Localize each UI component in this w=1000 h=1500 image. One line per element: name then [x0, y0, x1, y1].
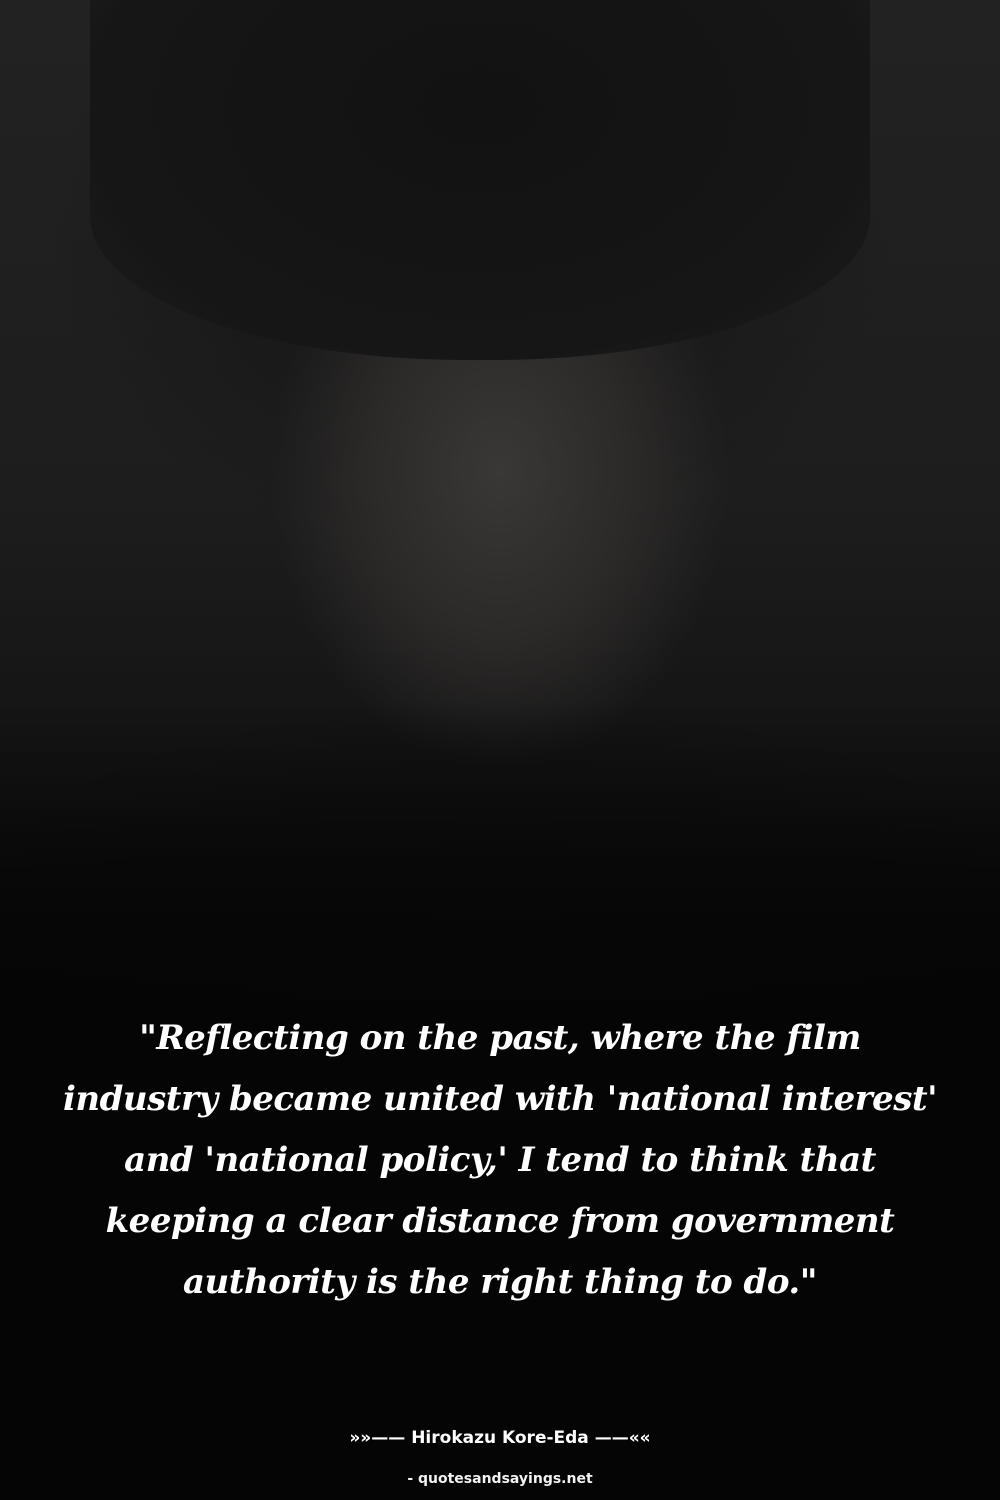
quote-text: "Reflecting on the past, where the film …	[62, 1018, 938, 1302]
photo-fade-overlay	[0, 700, 1000, 1050]
portrait-hair-shadow	[90, 0, 870, 360]
quote-card: "Reflecting on the past, where the film …	[0, 0, 1000, 1500]
source-watermark: - quotesandsayings.net	[407, 1471, 593, 1487]
author-attribution: »»—— Hirokazu Kore-Eda ——««	[349, 1428, 651, 1448]
